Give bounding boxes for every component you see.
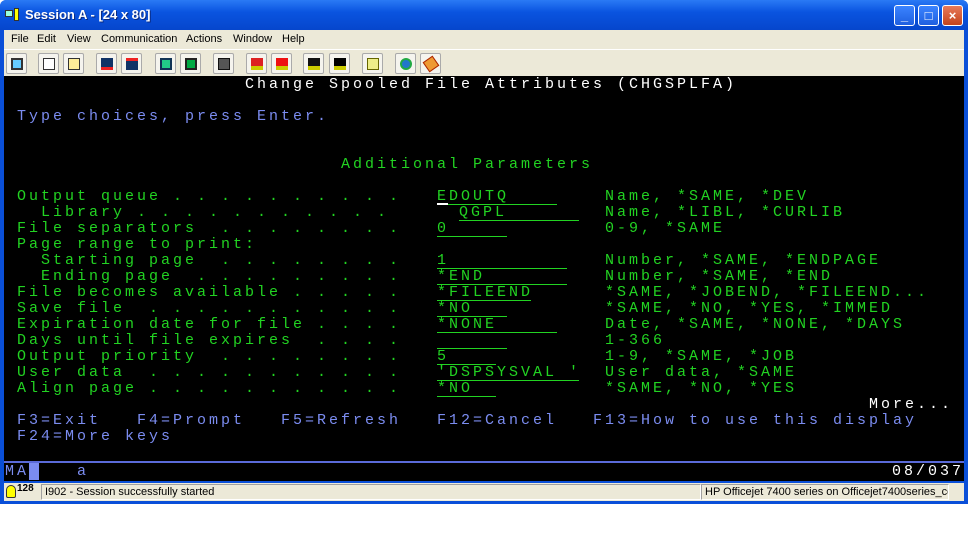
param-label: Starting page . . . . . . . . bbox=[17, 252, 402, 269]
ending-page-field[interactable] bbox=[437, 269, 567, 285]
toolbar bbox=[4, 49, 964, 76]
play-macro-icon[interactable] bbox=[303, 53, 324, 74]
param-choices: Name, *SAME, *DEV bbox=[605, 188, 810, 205]
menu-view[interactable]: View bbox=[67, 33, 91, 45]
param-choices: Number, *SAME, *END bbox=[605, 268, 834, 285]
menu-help[interactable]: Help bbox=[282, 33, 305, 45]
oia-indicator: a bbox=[77, 463, 90, 480]
oia-separator bbox=[4, 461, 964, 463]
close-button[interactable]: × bbox=[942, 5, 963, 26]
stop-macro-icon[interactable] bbox=[271, 53, 292, 74]
param-label: Output queue . . . . . . . . . . bbox=[17, 188, 402, 205]
send-icon[interactable] bbox=[96, 53, 117, 74]
help-icon[interactable] bbox=[420, 53, 441, 74]
param-label: Output priority . . . . . . . . bbox=[17, 348, 402, 365]
window-title: Session A - [24 x 80] bbox=[25, 7, 151, 22]
user-data-field[interactable] bbox=[437, 365, 579, 381]
encryption-level: 128 bbox=[17, 483, 34, 494]
param-choices: Number, *SAME, *ENDPAGE bbox=[605, 252, 882, 269]
terminal-screen[interactable]: Change Spooled File Attributes (CHGSPLFA… bbox=[4, 76, 964, 481]
paste-icon[interactable] bbox=[63, 53, 84, 74]
param-label: Expiration date for file . . . . bbox=[17, 316, 402, 333]
menu-edit[interactable]: Edit bbox=[37, 33, 56, 45]
display-screen-icon[interactable] bbox=[155, 53, 176, 74]
file-separators-field[interactable] bbox=[437, 221, 507, 237]
fkey-help[interactable]: F13=How to use this display bbox=[593, 413, 917, 429]
param-choices: 1-366 bbox=[605, 332, 666, 349]
param-choices: 1-9, *SAME, *JOB bbox=[605, 348, 798, 365]
display-icon[interactable] bbox=[6, 53, 27, 74]
align-page-field[interactable] bbox=[437, 381, 496, 397]
text-cursor bbox=[437, 203, 448, 205]
param-label: User data . . . . . . . . . . . bbox=[17, 364, 402, 381]
menu-actions[interactable]: Actions bbox=[186, 33, 222, 45]
param-choices: Name, *LIBL, *CURLIB bbox=[605, 204, 846, 221]
printer-status: HP Officejet 7400 series on Officejet740… bbox=[701, 484, 949, 500]
param-choices: User data, *SAME bbox=[605, 364, 798, 381]
clipboard-icon[interactable] bbox=[362, 53, 383, 74]
output-queue-field[interactable] bbox=[437, 189, 557, 205]
param-choices: *SAME, *NO, *YES bbox=[605, 380, 798, 397]
param-label: Ending page . . . . . . . . . bbox=[17, 268, 402, 285]
record-macro-icon[interactable] bbox=[246, 53, 267, 74]
param-choices: *SAME, *NO, *YES, *IMMED bbox=[605, 300, 894, 317]
save-file-field[interactable] bbox=[437, 301, 507, 317]
screen-title: Change Spooled File Attributes (CHGSPLFA… bbox=[245, 76, 738, 93]
minimize-button[interactable]: _ bbox=[894, 5, 915, 26]
oia-mode-text: MA bbox=[5, 463, 40, 480]
session-icon bbox=[5, 8, 21, 22]
param-choices: *SAME, *JOBEND, *FILEEND... bbox=[605, 284, 930, 301]
param-label: File becomes available . . . . . bbox=[17, 284, 402, 301]
fkey-cancel[interactable]: F12=Cancel bbox=[437, 413, 557, 429]
more-indicator: More... bbox=[869, 396, 954, 413]
fkey-exit[interactable]: F3=Exit bbox=[17, 413, 101, 429]
web-icon[interactable] bbox=[395, 53, 416, 74]
oia-mode: MA bbox=[5, 463, 40, 480]
param-label: File separators . . . . . . . . bbox=[17, 220, 402, 237]
fkey-prompt[interactable]: F4=Prompt bbox=[137, 413, 245, 429]
menu-window[interactable]: Window bbox=[233, 33, 272, 45]
starting-page-field[interactable] bbox=[437, 253, 567, 269]
status-bar: 128 I902 - Session successfully started … bbox=[4, 483, 964, 501]
fkey-more-keys[interactable]: F24=More keys bbox=[17, 429, 173, 445]
lock-icon bbox=[6, 485, 16, 498]
param-label: Page range to print: bbox=[17, 236, 258, 253]
receive-icon[interactable] bbox=[121, 53, 142, 74]
param-choices: Date, *SAME, *NONE, *DAYS bbox=[605, 316, 906, 333]
status-message: I902 - Session successfully started bbox=[41, 484, 701, 500]
library-field[interactable] bbox=[459, 205, 579, 221]
param-label: Align page . . . . . . . . . . . bbox=[17, 380, 402, 397]
fkey-refresh[interactable]: F5=Refresh bbox=[281, 413, 401, 429]
param-label: Save file . . . . . . . . . . . bbox=[17, 300, 402, 317]
menu-file[interactable]: File bbox=[11, 33, 29, 45]
section-heading: Additional Parameters bbox=[341, 156, 594, 173]
param-label: Library . . . . . . . . . . . bbox=[17, 204, 390, 221]
expiration-date-field[interactable] bbox=[437, 317, 557, 333]
file-available-field[interactable] bbox=[437, 285, 531, 301]
days-until-expires-field[interactable] bbox=[437, 333, 507, 349]
keyboard-icon[interactable] bbox=[213, 53, 234, 74]
maximize-button[interactable]: □ bbox=[918, 5, 939, 26]
copy-icon[interactable] bbox=[38, 53, 59, 74]
stop-play-icon[interactable] bbox=[329, 53, 350, 74]
title-bar[interactable]: Session A - [24 x 80] _ □ × bbox=[0, 0, 968, 30]
instruction: Type choices, press Enter. bbox=[17, 108, 330, 125]
output-priority-field[interactable] bbox=[437, 349, 496, 365]
cursor-position: 08/037 bbox=[892, 463, 965, 480]
emulator-window: Session A - [24 x 80] _ □ × File Edit Vi… bbox=[0, 0, 968, 504]
customize-icon[interactable] bbox=[180, 53, 201, 74]
menu-bar: File Edit View Communication Actions Win… bbox=[4, 30, 964, 49]
menu-communication[interactable]: Communication bbox=[101, 33, 177, 45]
param-label: Days until file expires . . . . bbox=[17, 332, 402, 349]
param-choices: 0-9, *SAME bbox=[605, 220, 726, 237]
